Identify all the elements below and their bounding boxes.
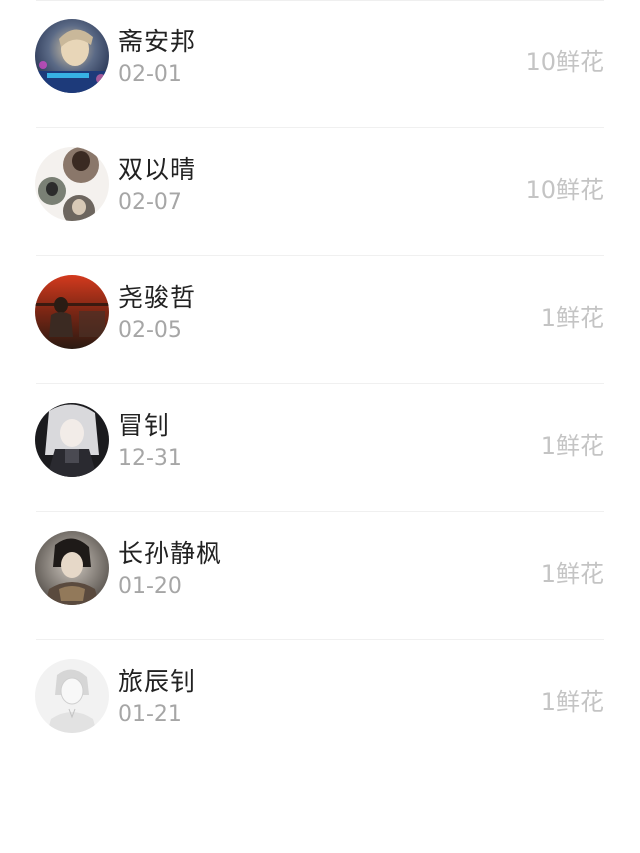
user-name: 斋安邦 bbox=[118, 27, 197, 56]
gift-date: 02-05 bbox=[118, 318, 182, 343]
user-avatar-sunset-figure-icon[interactable] bbox=[35, 275, 109, 349]
list-item[interactable]: 双以晴 02-07 10鲜花 bbox=[0, 128, 640, 256]
user-name: 长孙静枫 bbox=[118, 539, 223, 568]
flower-count: 1鲜花 bbox=[540, 560, 604, 588]
user-name: 旅辰钊 bbox=[118, 667, 197, 696]
list-item[interactable]: 尧骏哲 02-05 1鲜花 bbox=[0, 256, 640, 384]
gift-list: 斋安邦 02-01 10鲜花 双以晴 02-07 10鲜花 尧骏哲 02-05 … bbox=[0, 0, 640, 853]
user-avatar-anime-dark-icon[interactable] bbox=[35, 403, 109, 477]
user-name: 冒钊 bbox=[118, 411, 171, 440]
gift-date: 01-20 bbox=[118, 574, 182, 599]
user-avatar-sketch-icon[interactable] bbox=[35, 659, 109, 733]
list-item[interactable]: 旅辰钊 01-21 1鲜花 bbox=[0, 640, 640, 768]
user-name: 尧骏哲 bbox=[118, 283, 197, 312]
flower-count: 10鲜花 bbox=[525, 176, 604, 204]
list-item[interactable]: 长孙静枫 01-20 1鲜花 bbox=[0, 512, 640, 640]
flower-count: 1鲜花 bbox=[540, 304, 604, 332]
user-name: 双以晴 bbox=[118, 155, 197, 184]
flower-count: 10鲜花 bbox=[525, 48, 604, 76]
list-item[interactable]: 斋安邦 02-01 10鲜花 bbox=[0, 0, 640, 128]
gift-date: 01-21 bbox=[118, 702, 182, 727]
gift-date: 02-07 bbox=[118, 190, 182, 215]
user-avatar-collage-icon[interactable] bbox=[35, 147, 109, 221]
gift-date: 02-01 bbox=[118, 62, 182, 87]
flower-count: 1鲜花 bbox=[540, 688, 604, 716]
list-item[interactable]: 冒钊 12-31 1鲜花 bbox=[0, 384, 640, 512]
flower-count: 1鲜花 bbox=[540, 432, 604, 460]
gift-date: 12-31 bbox=[118, 446, 182, 471]
user-avatar-anime-boy-icon[interactable] bbox=[35, 531, 109, 605]
user-avatar-neon-portrait-icon[interactable] bbox=[35, 19, 109, 93]
